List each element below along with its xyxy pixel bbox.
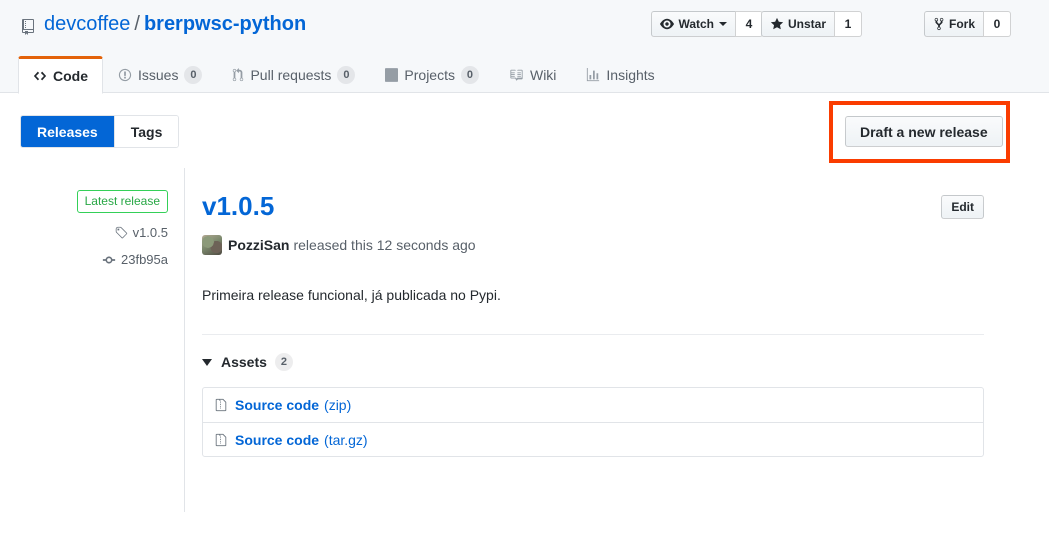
star-count[interactable]: 1 [834,11,862,37]
file-zip-icon [215,398,227,412]
tab-insights[interactable]: Insights [571,56,669,93]
latest-release-badge-wrap: Latest release [0,190,168,213]
release-description: Primeira release funcional, já publicada… [202,287,501,303]
watch-group: Watch 4 [651,11,763,37]
draft-new-release-button[interactable]: Draft a new release [845,116,1003,147]
code-icon [33,69,47,83]
release-title[interactable]: v1.0.5 [202,190,274,222]
fork-group: Fork 0 [923,11,1011,37]
assets-list: Source code (zip) Source code (tar.gz) [202,387,984,457]
asset-row[interactable]: Source code (tar.gz) [203,422,983,456]
tab-code[interactable]: Code [18,56,103,94]
watch-count[interactable]: 4 [735,11,763,37]
repo-name-link[interactable]: brerpwsc-python [144,12,306,36]
unstar-button[interactable]: Unstar [760,11,834,37]
git-commit-icon [102,253,116,267]
watch-button[interactable]: Watch [651,11,735,37]
git-pull-icon [232,68,244,82]
avatar[interactable] [202,235,222,255]
release-author-name[interactable]: PozziSan [228,237,289,253]
tab-pull-requests-label: Pull requests [250,67,332,83]
watch-label: Watch [678,17,714,31]
assets-count: 2 [274,353,293,371]
fork-label: Fork [948,17,975,31]
unstar-label: Unstar [787,17,826,31]
tab-issues[interactable]: Issues 0 [103,56,217,93]
asset-name[interactable]: Source code [235,397,319,413]
assets-toggle[interactable]: Assets 2 [202,353,984,371]
tab-issues-count: 0 [184,66,203,84]
releases-subnav: Releases Tags [20,115,180,148]
scrollbar-gutter[interactable] [1049,0,1057,550]
release-tag-label[interactable]: v1.0.5 [133,225,168,240]
tab-wiki-label: Wiki [529,67,557,83]
edit-release-button[interactable]: Edit [941,195,984,219]
asset-extension: (zip) [324,397,352,413]
repo-icon [20,17,36,35]
sidebar-divider [184,168,185,512]
repo-nav: Code Issues 0 Pull requests 0 Projects 0 [18,56,670,94]
book-icon [509,68,524,82]
tab-code-label: Code [53,68,88,84]
release-author-row: PozziSan released this 12 seconds ago [202,235,984,255]
graph-icon [586,68,600,82]
tab-issues-label: Issues [138,67,179,83]
asset-row[interactable]: Source code (zip) [203,388,983,422]
fork-count[interactable]: 0 [983,11,1011,37]
tab-insights-label: Insights [606,67,655,83]
asset-extension: (tar.gz) [324,431,368,448]
repo-header: devcoffee / brerpwsc-python Watch 4 Unst… [0,0,1049,94]
tag-icon [114,226,128,240]
star-group: Unstar 1 [760,11,862,37]
project-icon [385,68,399,82]
subnav-tags[interactable]: Tags [113,116,179,147]
issue-icon [118,68,132,82]
repo-breadcrumb: devcoffee / brerpwsc-python [20,12,306,36]
tab-projects-count: 0 [460,66,479,84]
subnav-releases[interactable]: Releases [21,116,114,147]
latest-release-badge: Latest release [76,190,168,213]
tab-projects[interactable]: Projects 0 [370,56,494,93]
file-zip-icon [215,433,227,447]
eye-icon [660,17,675,31]
chevron-down-icon [719,22,727,26]
section-divider [202,334,984,335]
release-commit-sha[interactable]: 23fb95a [121,252,168,267]
tab-wiki[interactable]: Wiki [494,56,571,93]
release-sidebar: Latest release v1.0.5 23fb95a [0,190,168,267]
assets-label: Assets [221,354,267,370]
tab-pull-requests-count: 0 [337,66,356,84]
release-tag-row[interactable]: v1.0.5 [0,225,168,240]
tab-pull-requests[interactable]: Pull requests 0 [217,56,370,93]
release-main: v1.0.5 Edit PozziSan released this 12 se… [202,190,984,457]
asset-name[interactable]: Source code [235,432,319,448]
release-commit-row[interactable]: 23fb95a [0,252,168,267]
repo-owner-link[interactable]: devcoffee [44,12,130,36]
repo-separator: / [134,13,140,35]
fork-button[interactable]: Fork [923,11,983,37]
fork-icon [933,17,945,31]
star-icon [770,17,784,31]
tab-projects-label: Projects [404,67,455,83]
triangle-down-icon [202,358,212,366]
release-timestamp: released this 12 seconds ago [293,237,476,253]
